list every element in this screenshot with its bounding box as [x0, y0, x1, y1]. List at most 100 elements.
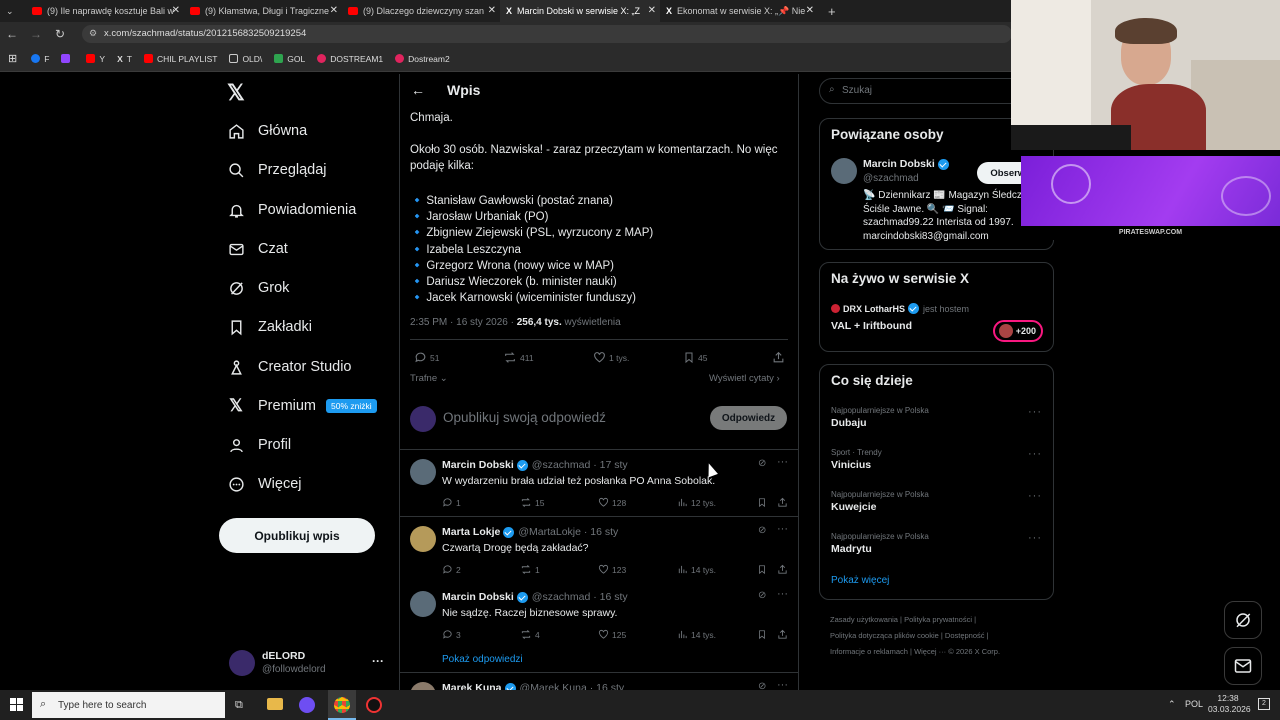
bookmark-item[interactable]: [61, 54, 74, 63]
more-icon[interactable]: ···: [1028, 532, 1042, 544]
reply-action[interactable]: 1: [442, 497, 461, 508]
taskbar-search-input[interactable]: ⌕ Type here to search: [32, 692, 225, 718]
more-icon[interactable]: ···: [1028, 490, 1042, 502]
bookmark-item[interactable]: XT: [117, 54, 132, 64]
grok-icon[interactable]: ⊘: [758, 458, 766, 469]
reply-item[interactable]: Marek Kuna @Marek Kuna · 16 sty ⊘ ···: [400, 672, 798, 690]
like-action[interactable]: 128: [598, 497, 626, 508]
task-view-icon[interactable]: ⧉: [235, 699, 243, 712]
nav-item-premium[interactable]: 𝕏 Premium 50% zniżki: [227, 396, 377, 415]
reply-item[interactable]: Marcin Dobski @szachmad · 16 sty ⊘ ··· Ni…: [400, 582, 798, 672]
close-icon[interactable]: ✕: [806, 5, 814, 16]
reply-action[interactable]: 2: [442, 564, 461, 575]
more-icon[interactable]: ···: [1028, 406, 1042, 418]
live-title[interactable]: VAL + Iriftbound: [831, 320, 912, 332]
app-icon[interactable]: [299, 697, 315, 713]
browser-tab[interactable]: X Ekonomat w serwisie X: „📌 Nie ✕: [660, 0, 818, 22]
close-icon[interactable]: ✕: [330, 5, 338, 16]
like-action[interactable]: 125: [598, 629, 626, 640]
account-switcher[interactable]: dELORD @followdelord ···: [227, 648, 387, 678]
nav-item-grok[interactable]: Grok: [227, 279, 289, 297]
more-icon[interactable]: ···: [777, 456, 788, 468]
repost-action[interactable]: 15: [520, 497, 544, 508]
sort-dropdown[interactable]: Trafne ⌄: [410, 373, 448, 384]
nav-item-explore[interactable]: Przeglądaj: [227, 161, 327, 179]
repost-action[interactable]: 411: [503, 351, 534, 364]
close-icon[interactable]: ✕: [648, 5, 656, 16]
share-icon[interactable]: [772, 351, 788, 364]
post-button[interactable]: Opublikuj wpis: [219, 518, 375, 553]
related-user-name[interactable]: Marcin Dobski: [863, 158, 949, 170]
share-icon[interactable]: [777, 564, 791, 575]
nav-item-creator-studio[interactable]: Creator Studio: [227, 358, 352, 376]
views-action[interactable]: 14 tys.: [677, 564, 716, 575]
nav-item-profile[interactable]: Profil: [227, 436, 291, 454]
bookmark-item[interactable]: Dostream2: [395, 54, 450, 64]
bookmark-item[interactable]: CHIL PLAYLIST: [143, 54, 217, 64]
bookmark-icon[interactable]: [757, 497, 770, 508]
nav-item-bookmarks[interactable]: Zakładki: [227, 318, 312, 336]
messages-floating-button[interactable]: [1224, 647, 1262, 685]
bookmark-action[interactable]: 45: [683, 351, 707, 364]
notifications-icon[interactable]: 2: [1258, 698, 1270, 710]
browser-tab[interactable]: (9) Kłamstwa, Długi i Tragiczne ✕: [184, 0, 342, 22]
windows-start-icon[interactable]: [10, 698, 23, 711]
repost-action[interactable]: 1: [520, 564, 540, 575]
nav-item-notifications[interactable]: Powiadomienia: [227, 201, 356, 219]
nav-item-more[interactable]: Więcej: [227, 475, 302, 493]
more-icon[interactable]: ···: [1028, 448, 1042, 460]
views-action[interactable]: 14 tys.: [677, 629, 716, 640]
reply-action[interactable]: 3: [442, 629, 461, 640]
nav-item-home[interactable]: Główna: [227, 122, 307, 140]
reply-button[interactable]: Odpowiedz: [710, 406, 787, 430]
obs-icon[interactable]: [366, 697, 382, 713]
more-icon[interactable]: ···: [777, 679, 788, 690]
grok-icon[interactable]: ⊘: [758, 590, 766, 601]
view-quotes-link[interactable]: Wyświetl cytaty ›: [709, 373, 780, 384]
share-icon[interactable]: [777, 629, 791, 640]
file-explorer-icon[interactable]: [267, 698, 283, 710]
bookmark-item[interactable]: DOSTREAM1: [317, 54, 383, 64]
back-arrow-icon[interactable]: ←: [411, 82, 425, 98]
site-info-icon[interactable]: ⚙: [89, 28, 97, 39]
url-field[interactable]: ⚙ x.com/szachmad/status/2012156832509219…: [82, 25, 1012, 43]
language-indicator[interactable]: POL: [1185, 699, 1203, 709]
reply-action[interactable]: 51: [414, 351, 439, 364]
trend-item[interactable]: Najpopularniejsze w Polska Madrytu ···: [831, 532, 1046, 555]
reply-input[interactable]: Opublikuj swoją odpowiedź: [443, 410, 606, 425]
avatar[interactable]: [831, 158, 857, 184]
bookmark-item[interactable]: Y: [86, 54, 105, 64]
more-icon[interactable]: ···: [372, 654, 384, 668]
close-icon[interactable]: ✕: [488, 5, 496, 16]
live-listeners-badge[interactable]: +200: [993, 320, 1043, 342]
nav-item-chat[interactable]: Czat: [227, 240, 288, 258]
browser-tab[interactable]: (9) Dlaczego dziewczyny szan ✕: [342, 0, 500, 22]
apps-icon[interactable]: ⊞: [8, 52, 17, 65]
tray-chevron-icon[interactable]: ⌃: [1168, 699, 1176, 710]
bookmark-item[interactable]: F: [31, 54, 49, 64]
trend-item[interactable]: Najpopularniejsze w Polska Dubaju ···: [831, 406, 1046, 429]
grok-icon[interactable]: ⊘: [758, 525, 766, 536]
repost-action[interactable]: 4: [520, 629, 540, 640]
trend-item[interactable]: Sport · Trendy Vinicius ···: [831, 448, 1046, 471]
more-icon[interactable]: ···: [777, 588, 788, 600]
browser-tab-active[interactable]: X Marcin Dobski w serwisie X: „Z ✕: [500, 0, 660, 22]
forward-icon[interactable]: →: [24, 27, 48, 41]
more-icon[interactable]: ···: [777, 523, 788, 535]
reply-item[interactable]: Marcin Dobski @szachmad · 17 sty ⊘ ··· W …: [400, 449, 798, 516]
show-more-link[interactable]: Pokaż więcej: [831, 575, 889, 586]
chrome-taskbar-button[interactable]: [328, 690, 356, 720]
show-replies-link[interactable]: Pokaż odpowiedzi: [442, 654, 523, 665]
live-host[interactable]: DRX LotharHS jest hostem: [831, 303, 969, 314]
bookmark-icon[interactable]: [757, 629, 770, 640]
views-action[interactable]: 12 tys.: [677, 497, 716, 508]
back-icon[interactable]: ←: [0, 27, 24, 41]
like-action[interactable]: 1 tys.: [593, 351, 629, 364]
grok-floating-button[interactable]: [1224, 601, 1262, 639]
like-action[interactable]: 123: [598, 564, 626, 575]
bookmark-item[interactable]: GOL: [274, 54, 305, 64]
browser-tab[interactable]: (9) Ile naprawdę kosztuje Bali w ✕: [26, 0, 184, 22]
new-tab-button[interactable]: +: [822, 0, 842, 22]
tab-menu-button[interactable]: ⌄: [0, 0, 26, 22]
bookmark-folder[interactable]: OLD\: [229, 54, 262, 64]
